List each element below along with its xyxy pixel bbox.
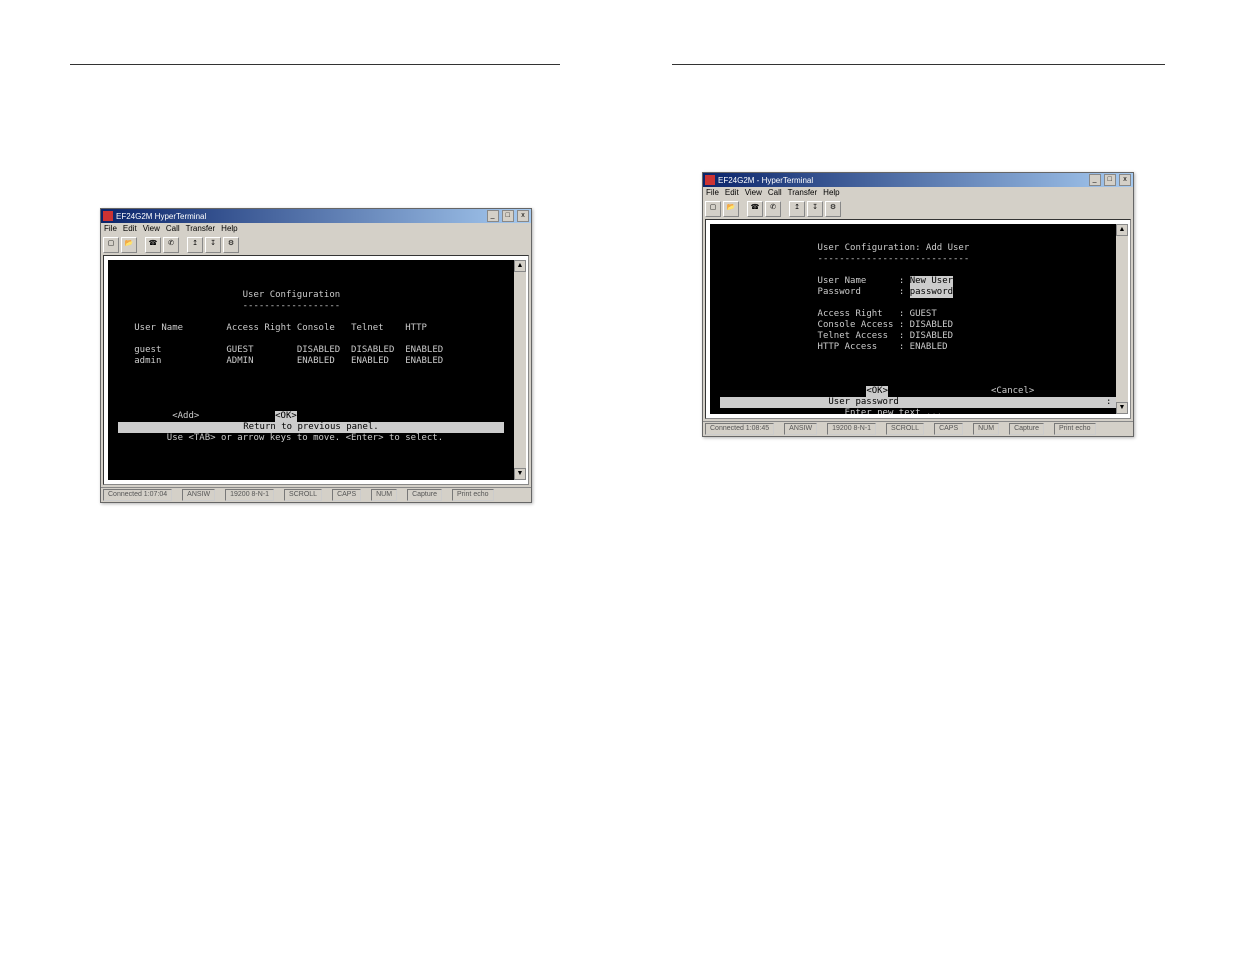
status-capture: Capture bbox=[1009, 423, 1044, 435]
app-icon bbox=[103, 211, 113, 221]
scroll-up-icon[interactable]: ▲ bbox=[514, 260, 526, 272]
terminal[interactable]: User Configuration ------------------ Us… bbox=[108, 260, 514, 480]
window-controls: _ □ x bbox=[486, 210, 529, 222]
status-connected: Connected 1:07:04 bbox=[103, 489, 172, 501]
menu-help[interactable]: Help bbox=[823, 188, 839, 200]
scroll-down-icon[interactable]: ▼ bbox=[514, 468, 526, 480]
scrollbar[interactable]: ▲ ▼ bbox=[514, 260, 526, 480]
statusbar: Connected 1:07:04 ANSIW 19200 8-N-1 SCRO… bbox=[101, 487, 531, 502]
terminal-area: User Configuration: Add User -----------… bbox=[705, 219, 1131, 419]
status-num: NUM bbox=[973, 423, 999, 435]
tb-new-icon[interactable]: ▢ bbox=[705, 201, 721, 217]
status-capture: Capture bbox=[407, 489, 442, 501]
tb-props-icon[interactable]: ⚙ bbox=[223, 237, 239, 253]
scroll-up-icon[interactable]: ▲ bbox=[1116, 224, 1128, 236]
window-title: EF24G2M - HyperTerminal bbox=[718, 176, 813, 185]
hyperterminal-window-left: EF24G2M HyperTerminal _ □ x File Edit Vi… bbox=[100, 208, 532, 503]
status-num: NUM bbox=[371, 489, 397, 501]
status-printecho: Print echo bbox=[452, 489, 494, 501]
terminal-content: User Configuration ------------------ Us… bbox=[108, 260, 514, 452]
menu-view[interactable]: View bbox=[143, 224, 160, 236]
menubar: File Edit View Call Transfer Help bbox=[703, 187, 1133, 201]
close-button[interactable]: x bbox=[517, 210, 529, 222]
tb-receive-icon[interactable]: ↧ bbox=[807, 201, 823, 217]
menu-call[interactable]: Call bbox=[768, 188, 782, 200]
tb-new-icon[interactable]: ▢ bbox=[103, 237, 119, 253]
menu-help[interactable]: Help bbox=[221, 224, 237, 236]
titlebar[interactable]: EF24G2M - HyperTerminal _ □ x bbox=[703, 173, 1133, 187]
tb-open-icon[interactable]: 📂 bbox=[121, 237, 137, 253]
terminal-content: User Configuration: Add User -----------… bbox=[710, 224, 1116, 414]
close-button[interactable]: x bbox=[1119, 174, 1131, 186]
menu-edit[interactable]: Edit bbox=[725, 188, 739, 200]
hr-right bbox=[672, 64, 1165, 65]
scrollbar[interactable]: ▲ ▼ bbox=[1116, 224, 1128, 414]
maximize-button[interactable]: □ bbox=[1104, 174, 1116, 186]
status-caps: CAPS bbox=[934, 423, 963, 435]
tb-open-icon[interactable]: 📂 bbox=[723, 201, 739, 217]
status-term: ANSIW bbox=[784, 423, 817, 435]
menu-edit[interactable]: Edit bbox=[123, 224, 137, 236]
statusbar: Connected 1:08:45 ANSIW 19200 8-N-1 SCRO… bbox=[703, 421, 1133, 436]
status-caps: CAPS bbox=[332, 489, 361, 501]
help-line-1: Return to previous panel. bbox=[118, 422, 504, 433]
status-line: 19200 8-N-1 bbox=[225, 489, 274, 501]
tb-connect-icon[interactable]: ☎ bbox=[145, 237, 161, 253]
scroll-down-icon[interactable]: ▼ bbox=[1116, 402, 1128, 414]
tb-send-icon[interactable]: ↥ bbox=[789, 201, 805, 217]
menu-transfer[interactable]: Transfer bbox=[788, 188, 818, 200]
tb-receive-icon[interactable]: ↧ bbox=[205, 237, 221, 253]
tb-connect-icon[interactable]: ☎ bbox=[747, 201, 763, 217]
status-scroll: SCROLL bbox=[886, 423, 924, 435]
maximize-button[interactable]: □ bbox=[502, 210, 514, 222]
toolbar: ▢ 📂 ☎ ✆ ↥ ↧ ⚙ bbox=[703, 201, 1133, 217]
hyperterminal-window-right: EF24G2M - HyperTerminal _ □ x File Edit … bbox=[702, 172, 1134, 437]
status-line: 19200 8-N-1 bbox=[827, 423, 876, 435]
terminal-area: User Configuration ------------------ Us… bbox=[103, 255, 529, 485]
tb-send-icon[interactable]: ↥ bbox=[187, 237, 203, 253]
window-controls: _ □ x bbox=[1088, 174, 1131, 186]
status-connected: Connected 1:08:45 bbox=[705, 423, 774, 435]
minimize-button[interactable]: _ bbox=[1089, 174, 1101, 186]
tb-disconnect-icon[interactable]: ✆ bbox=[163, 237, 179, 253]
menubar: File Edit View Call Transfer Help bbox=[101, 223, 531, 237]
help-line-1: User password bbox=[720, 397, 1106, 408]
status-term: ANSIW bbox=[182, 489, 215, 501]
menu-file[interactable]: File bbox=[706, 188, 719, 200]
titlebar[interactable]: EF24G2M HyperTerminal _ □ x bbox=[101, 209, 531, 223]
menu-file[interactable]: File bbox=[104, 224, 117, 236]
hr-left bbox=[70, 64, 560, 65]
menu-view[interactable]: View bbox=[745, 188, 762, 200]
minimize-button[interactable]: _ bbox=[487, 210, 499, 222]
tb-props-icon[interactable]: ⚙ bbox=[825, 201, 841, 217]
tb-disconnect-icon[interactable]: ✆ bbox=[765, 201, 781, 217]
status-printecho: Print echo bbox=[1054, 423, 1096, 435]
status-scroll: SCROLL bbox=[284, 489, 322, 501]
terminal[interactable]: User Configuration: Add User -----------… bbox=[710, 224, 1116, 414]
menu-call[interactable]: Call bbox=[166, 224, 180, 236]
window-title: EF24G2M HyperTerminal bbox=[116, 212, 206, 221]
menu-transfer[interactable]: Transfer bbox=[186, 224, 216, 236]
app-icon bbox=[705, 175, 715, 185]
toolbar: ▢ 📂 ☎ ✆ ↥ ↧ ⚙ bbox=[101, 237, 531, 253]
